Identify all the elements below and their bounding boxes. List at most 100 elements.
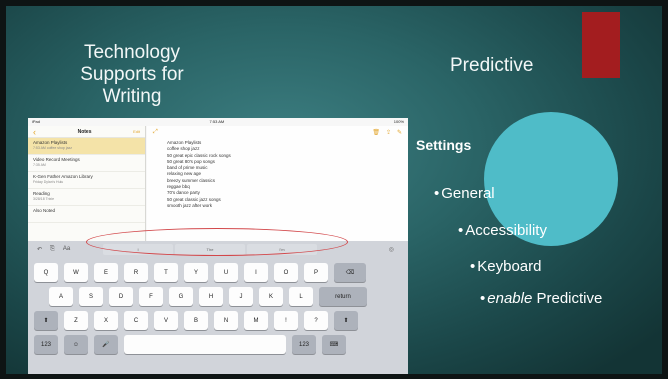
chevron-left-icon[interactable]: ‹ — [33, 127, 36, 137]
status-time: 7:53 AM — [209, 119, 225, 124]
note-item-subtitle: 7:53 AM coffee shop jazz — [33, 146, 73, 150]
return-key[interactable]: return — [319, 287, 367, 306]
key[interactable]: X — [94, 311, 118, 330]
note-item-subtitle: 7:35 AM — [33, 163, 46, 167]
accent-bar — [582, 12, 620, 78]
step-label: General — [441, 185, 495, 202]
shift-key[interactable]: ⬆ — [334, 311, 358, 330]
settings-step-enable-predictive: • enable Predictive — [480, 290, 602, 307]
keyboard-row: ⬆ Z X C V B N M ! ? ⬆ — [28, 311, 408, 330]
note-list-item[interactable]: Reading 3/28/18 Trixie — [28, 189, 145, 206]
step-emphasis: enable — [487, 290, 533, 307]
note-item-title: Also Noted — [33, 208, 56, 213]
numbers-key[interactable]: 123 — [292, 335, 316, 354]
title-line: Technology — [83, 42, 181, 63]
trash-icon[interactable]: 🗑 — [372, 129, 380, 136]
bullet-icon: • — [470, 258, 476, 275]
note-item-title: Video Record Meetings — [33, 157, 80, 162]
emoji-key[interactable]: ☺ — [64, 335, 88, 354]
shift-key[interactable]: ⬆ — [34, 311, 58, 330]
key[interactable]: ? — [304, 311, 328, 330]
note-toolbar: ⤢ 🗑 ⇪ ✎ — [147, 126, 408, 138]
settings-step-accessibility: • Accessibility — [458, 222, 547, 239]
shortcut-icons: ↶ ⎘ Aa — [28, 246, 103, 253]
step-label: Accessibility — [465, 222, 547, 239]
text-format-icon[interactable]: Aa — [63, 246, 70, 253]
key[interactable]: R — [124, 263, 148, 282]
copy-icon[interactable]: ⎘ — [50, 246, 55, 253]
slide-title-right: Predictive — [450, 55, 534, 76]
share-icon[interactable]: ⇪ — [386, 129, 391, 136]
key[interactable]: D — [109, 287, 133, 306]
key[interactable]: C — [124, 311, 148, 330]
key[interactable]: A — [49, 287, 73, 306]
key[interactable]: K — [259, 287, 283, 306]
key[interactable]: ! — [274, 311, 298, 330]
key[interactable]: V — [154, 311, 178, 330]
settings-heading: Settings — [416, 137, 472, 153]
keyboard-row: A S D F G H J K L return — [28, 287, 408, 306]
key[interactable]: N — [214, 311, 238, 330]
slide-title-left: Technology Supports for Writing — [42, 42, 222, 108]
step-label: Keyboard — [477, 258, 542, 275]
note-item-title: K-Gen Father Amazon Library — [33, 174, 93, 179]
undo-icon[interactable]: ↶ — [37, 246, 42, 253]
key[interactable]: Q — [34, 263, 58, 282]
key[interactable]: E — [94, 263, 118, 282]
bullet-icon: • — [434, 185, 440, 202]
note-list-item[interactable]: Also Noted — [28, 206, 145, 223]
settings-step-keyboard: • Keyboard — [470, 258, 541, 275]
key[interactable]: S — [79, 287, 103, 306]
title-line: Supports for — [80, 64, 184, 85]
note-list-item[interactable]: Amazon Playlists 7:53 AM coffee shop jaz… — [28, 138, 145, 155]
space-key[interactable] — [124, 335, 286, 354]
key[interactable]: H — [199, 287, 223, 306]
camera-icon[interactable]: ◎ — [389, 246, 394, 253]
key[interactable]: B — [184, 311, 208, 330]
note-list-item[interactable]: Video Record Meetings 7:35 AM — [28, 155, 145, 172]
note-item-subtitle: 3/28/18 Trixie — [33, 197, 55, 201]
edit-button[interactable]: Edit — [133, 129, 140, 134]
status-battery: 100% — [393, 119, 404, 124]
step-label: Predictive — [532, 290, 603, 307]
status-device: iPad — [32, 119, 41, 124]
backspace-key[interactable]: ⌫ — [334, 263, 366, 282]
note-item-title: Amazon Playlists — [33, 140, 68, 145]
slide: Technology Supports for Writing Predicti… — [6, 6, 662, 374]
key[interactable]: L — [289, 287, 313, 306]
key[interactable]: I — [244, 263, 268, 282]
key[interactable]: M — [244, 311, 268, 330]
note-editor[interactable]: ⤢ 🗑 ⇪ ✎ Amazon Playlists coffee shop jaz… — [147, 126, 408, 241]
notes-nav-bar: ‹ Notes Edit — [28, 126, 145, 138]
key[interactable]: J — [229, 287, 253, 306]
key[interactable]: Y — [184, 263, 208, 282]
toolbar-icons: 🗑 ⇪ ✎ — [372, 129, 402, 136]
key[interactable]: P — [304, 263, 328, 282]
key[interactable]: F — [139, 287, 163, 306]
hide-keyboard-key[interactable]: ⌨ — [322, 335, 346, 354]
bullet-icon: • — [480, 290, 486, 307]
key[interactable]: W — [64, 263, 88, 282]
keyboard-row: 123 ☺ 🎤 123 ⌨ — [28, 335, 408, 354]
key[interactable]: O — [274, 263, 298, 282]
note-list-item[interactable]: K-Gen Father Amazon Library Friday Dylan… — [28, 172, 145, 189]
expand-icon[interactable]: ⤢ — [153, 129, 158, 136]
note-body[interactable]: Amazon Playlists coffee shop jazz 50 gre… — [147, 138, 408, 211]
key[interactable]: Z — [64, 311, 88, 330]
key[interactable]: U — [214, 263, 238, 282]
status-bar: iPad 7:53 AM 100% — [28, 118, 408, 126]
ipad-screenshot: iPad 7:53 AM 100% ‹ Notes Edit Amazon Pl… — [28, 118, 408, 374]
settings-step-general: • General — [434, 185, 495, 202]
key[interactable]: G — [169, 287, 193, 306]
bullet-icon: • — [458, 222, 464, 239]
notes-sidebar: ‹ Notes Edit Amazon Playlists 7:53 AM co… — [28, 126, 146, 241]
compose-icon[interactable]: ✎ — [397, 129, 402, 136]
numbers-key[interactable]: 123 — [34, 335, 58, 354]
onscreen-keyboard: ↶ ⎘ Aa I The I'm ◎ Q W E R T Y U I O P ⌫… — [28, 241, 408, 374]
key[interactable]: T — [154, 263, 178, 282]
predictive-highlight-oval — [86, 228, 348, 256]
note-line: smooth jazz after work — [167, 202, 213, 208]
microphone-key[interactable]: 🎤 — [94, 335, 118, 354]
notes-title: Notes — [77, 128, 92, 135]
title-line: Writing — [102, 86, 162, 107]
